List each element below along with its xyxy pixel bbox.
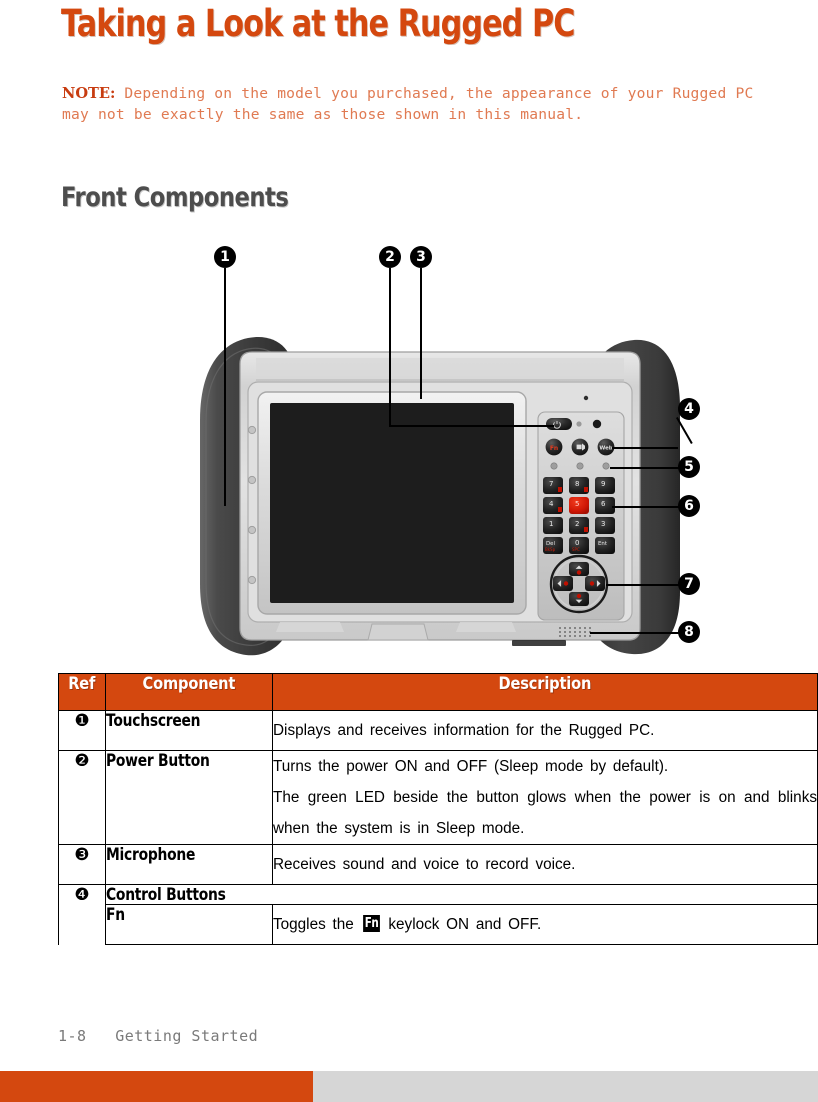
row-description: Displays and receives information for th…	[272, 710, 818, 751]
callout-2: 2	[379, 246, 401, 268]
footer-chapter-name: Getting Started	[115, 1027, 259, 1045]
desc-line: The green LED beside the button glows wh…	[273, 789, 817, 837]
row-description: Turns the power ON and OFF (Sleep mode b…	[272, 750, 818, 845]
leader-4b	[676, 417, 693, 444]
leader-2b	[389, 425, 554, 427]
fn-keycap-icon: Fn	[362, 915, 380, 933]
row-ref: ❷	[58, 750, 106, 845]
callout-5: 5	[678, 456, 700, 478]
desc-suffix: keylock ON and OFF.	[381, 916, 542, 933]
table-row: ❶ Touchscreen Displays and receives info…	[58, 710, 818, 751]
desc-line: Displays and receives information for th…	[273, 722, 655, 739]
callout-6: 6	[678, 495, 700, 517]
figure-front-components: Fn Web 7 8 9 4 5 6 1 2 3 Del BkSp 0 SPC …	[160, 240, 720, 660]
row-description: Toggles the Fn keylock ON and OFF.	[272, 904, 818, 945]
row-component-group: Control Buttons	[105, 884, 818, 905]
row-component: Power Button	[105, 750, 273, 845]
desc-prefix: Toggles the	[273, 916, 361, 933]
callout-3: 3	[410, 246, 432, 268]
leader-1	[224, 268, 226, 506]
footer-bar-orange	[0, 1071, 313, 1102]
row-description: Receives sound and voice to record voice…	[272, 844, 818, 885]
leader-4	[612, 447, 678, 449]
header-description: Description	[272, 673, 818, 711]
leader-3	[420, 268, 422, 399]
note-text: Depending on the model you purchased, th…	[62, 85, 754, 123]
callout-4: 4	[678, 398, 700, 420]
leader-7	[606, 584, 680, 586]
page-root: Taking a Look at the Rugged PC NOTE: Dep…	[0, 0, 818, 1102]
callout-layer: 1 2 3 4 5 6 7 8	[160, 240, 720, 660]
table-row-group-header: ❹ Control Buttons	[58, 884, 818, 945]
callout-1: 1	[214, 246, 236, 268]
note-block: NOTE: Depending on the model you purchas…	[62, 83, 762, 125]
callout-8: 8	[678, 621, 700, 643]
row-component: Touchscreen	[105, 710, 273, 751]
row-ref: ❶	[58, 710, 106, 751]
header-ref: Ref	[58, 673, 106, 711]
front-components-table: Ref Component Description ❶ Touchscreen …	[58, 673, 818, 945]
leader-5	[610, 467, 680, 469]
table-header-row: Ref Component Description	[58, 673, 818, 711]
note-label: NOTE:	[62, 85, 116, 102]
footer-bar-grey	[313, 1071, 818, 1102]
footer-page-number: 1-8	[58, 1027, 87, 1045]
table-row: ❸ Microphone Receives sound and voice to…	[58, 844, 818, 885]
row-ref: ❹	[58, 884, 106, 945]
leader-6	[612, 506, 680, 508]
desc-line: Turns the power ON and OFF (Sleep mode b…	[273, 758, 669, 775]
callout-7: 7	[678, 573, 700, 595]
row-ref: ❸	[58, 844, 106, 885]
table-row: ❷ Power Button Turns the power ON and OF…	[58, 750, 818, 845]
row-component: Fn	[105, 904, 273, 945]
desc-line: Receives sound and voice to record voice…	[273, 856, 576, 873]
leader-8	[590, 632, 680, 634]
row-component: Microphone	[105, 844, 273, 885]
section-heading-front-components: Front Components	[61, 182, 289, 213]
header-component: Component	[105, 673, 273, 711]
table-row: Fn Toggles the Fn keylock ON and OFF.	[59, 904, 818, 945]
page-title: Taking a Look at the Rugged PC	[61, 2, 576, 45]
leader-2	[389, 268, 391, 425]
footer: 1-8 Getting Started	[58, 1027, 258, 1045]
desc-line: Toggles the Fn keylock ON and OFF.	[273, 915, 817, 935]
